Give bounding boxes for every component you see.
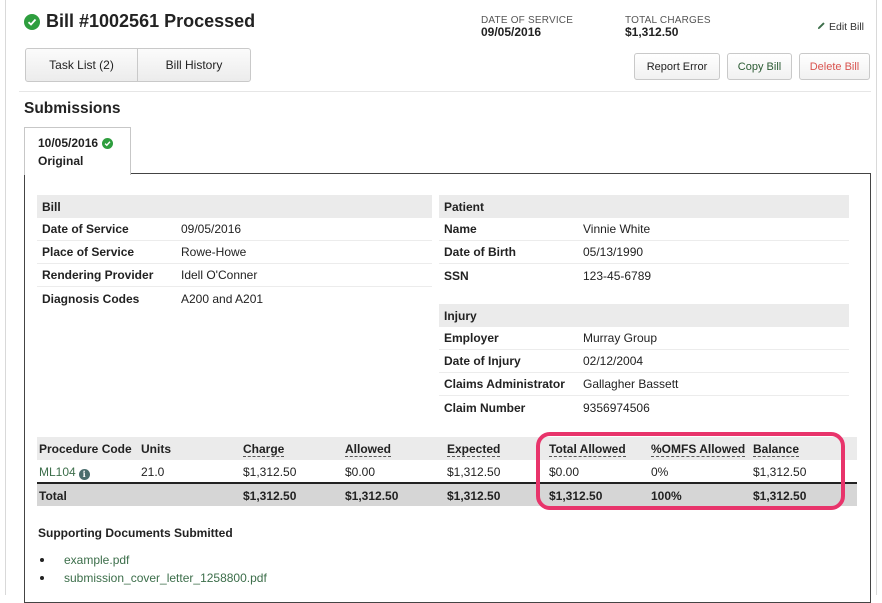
bill-view-tabs: Task List (2) Bill History — [25, 48, 251, 82]
submissions-heading: Submissions — [24, 100, 121, 117]
balance-cell: $1,312.50 — [753, 465, 807, 479]
table-row: ML104 i 21.0 $1,312.50 $0.00 $1,312.50 $0… — [37, 460, 857, 483]
total-allowed-cell: $0.00 — [549, 465, 580, 479]
bill-row-value: 09/05/2016 — [181, 222, 242, 236]
bill-section: Bill Date of Service 09/05/2016 Place of… — [37, 195, 432, 310]
total-expected: $1,312.50 — [447, 489, 501, 503]
bill-row: Date of Service 09/05/2016 — [37, 218, 432, 241]
total-charge: $1,312.50 — [243, 489, 297, 503]
date-of-service-summary: DATE OF SERVICE 09/05/2016 — [481, 15, 573, 39]
edit-bill-link[interactable]: Edit Bill — [817, 21, 864, 33]
bullet — [40, 558, 44, 562]
patient-row: SSN 123-45-6789 — [439, 264, 849, 287]
injury-row-value: 02/12/2004 — [583, 354, 644, 368]
info-icon[interactable]: i — [78, 468, 90, 480]
bill-row-label: Place of Service — [42, 245, 135, 259]
document-link[interactable]: submission_cover_letter_1258800.pdf — [64, 571, 267, 585]
submission-tab[interactable]: 10/05/2016 Original — [24, 127, 131, 175]
bill-row: Diagnosis Codes A200 and A201 — [37, 287, 432, 310]
bill-row-label: Diagnosis Codes — [42, 291, 140, 306]
tab-bill-history[interactable]: Bill History — [138, 49, 250, 81]
patient-row-value: 05/13/1990 — [583, 245, 644, 259]
omfs-allowed-cell: 0% — [651, 465, 669, 479]
injury-row: Employer Murray Group — [439, 327, 849, 350]
total-omfs-allowed: 100% — [651, 489, 682, 503]
bill-row-label: Date of Service — [42, 222, 129, 236]
supporting-documents-heading: Supporting Documents Submitted — [38, 526, 233, 540]
report-error-button[interactable]: Report Error — [634, 53, 720, 80]
injury-row: Claims Administrator Gallagher Bassett — [439, 373, 849, 396]
bullet — [40, 576, 44, 580]
patient-row: Date of Birth 05/13/1990 — [439, 241, 849, 264]
total-total-allowed: $1,312.50 — [549, 489, 603, 503]
submission-check-icon — [102, 137, 114, 149]
injury-row-label: Employer — [444, 331, 499, 345]
date-of-service-value: 09/05/2016 — [481, 25, 542, 39]
page-title: Bill #1002561 Processed — [46, 11, 256, 31]
procedure-table: Procedure Code Units Charge Allowed Expe… — [37, 437, 857, 506]
injury-row: Date of Injury 02/12/2004 — [439, 350, 849, 373]
column-header-omfs-allowed: %OMFS Allowed — [651, 442, 746, 457]
procedure-code-cell: ML104 i — [39, 465, 90, 480]
injury-row-value: Murray Group — [583, 331, 658, 345]
column-header-total-allowed: Total Allowed — [549, 442, 626, 457]
total-charges-value: $1,312.50 — [625, 25, 679, 39]
column-header-procedure-code: Procedure Code — [39, 442, 132, 456]
submission-type: Original — [38, 154, 84, 168]
copy-bill-button[interactable]: Copy Bill — [727, 53, 792, 80]
column-header-allowed: Allowed — [345, 442, 392, 457]
bill-row-value: Idell O'Conner — [181, 268, 258, 282]
column-header-units: Units — [141, 442, 171, 456]
list-item: submission_cover_letter_1258800.pdf — [38, 569, 267, 587]
tab-task-list[interactable]: Task List (2) — [26, 49, 138, 81]
patient-row-label: Name — [444, 222, 477, 236]
processed-check-icon — [24, 14, 40, 30]
pencil-icon — [817, 21, 826, 33]
total-charges-summary: TOTAL CHARGES $1,312.50 — [625, 15, 711, 39]
patient-row-label: Date of Birth — [444, 245, 516, 259]
bill-row-label: Rendering Provider — [42, 268, 154, 282]
edit-bill-label: Edit Bill — [829, 21, 865, 33]
injury-row: Claim Number 9356974506 — [439, 396, 849, 419]
injury-row-value: 9356974506 — [583, 400, 650, 415]
column-header-charge: Charge — [243, 442, 285, 457]
patient-row: Name Vinnie White — [439, 218, 849, 241]
submission-date: 10/05/2016 — [38, 136, 99, 150]
allowed-cell: $0.00 — [345, 465, 376, 479]
injury-section: Injury Employer Murray Group Date of Inj… — [439, 304, 849, 419]
expected-cell: $1,312.50 — [447, 465, 501, 479]
bill-row: Place of Service Rowe-Howe — [37, 241, 432, 264]
header-divider — [19, 91, 871, 92]
procedure-code-link[interactable]: ML104 — [39, 465, 76, 479]
document-link[interactable]: example.pdf — [64, 553, 129, 567]
bill-detail-page: Bill #1002561 Processed DATE OF SERVICE … — [5, 0, 877, 603]
units-cell: 21.0 — [141, 465, 165, 479]
table-total-row: Total $1,312.50 $1,312.50 $1,312.50 $1,3… — [37, 483, 857, 506]
patient-row-value: 123-45-6789 — [583, 268, 652, 283]
injury-row-label: Date of Injury — [444, 354, 521, 368]
bill-row: Rendering Provider Idell O'Conner — [37, 264, 432, 287]
injury-row-label: Claims Administrator — [444, 377, 565, 391]
injury-row-value: Gallagher Bassett — [583, 377, 679, 391]
charge-cell: $1,312.50 — [243, 465, 297, 479]
bill-section-heading: Bill — [37, 195, 432, 218]
injury-section-heading: Injury — [439, 304, 849, 327]
patient-section-heading: Patient — [439, 195, 849, 218]
patient-row-label: SSN — [444, 268, 469, 283]
column-header-balance: Balance — [753, 442, 800, 457]
total-allowed: $1,312.50 — [345, 489, 399, 503]
patient-row-value: Vinnie White — [583, 222, 651, 236]
total-balance: $1,312.50 — [753, 489, 807, 503]
procedure-table-header: Procedure Code Units Charge Allowed Expe… — [37, 437, 857, 460]
delete-bill-button[interactable]: Delete Bill — [799, 53, 870, 80]
total-label: Total — [39, 489, 67, 503]
list-item: example.pdf — [38, 551, 267, 569]
column-header-expected: Expected — [447, 442, 501, 457]
patient-section: Patient Name Vinnie White Date of Birth … — [439, 195, 849, 287]
injury-row-label: Claim Number — [444, 400, 526, 415]
supporting-documents-list: example.pdf submission_cover_letter_1258… — [38, 551, 267, 587]
bill-row-value: A200 and A201 — [181, 291, 264, 306]
bill-row-value: Rowe-Howe — [181, 245, 247, 259]
